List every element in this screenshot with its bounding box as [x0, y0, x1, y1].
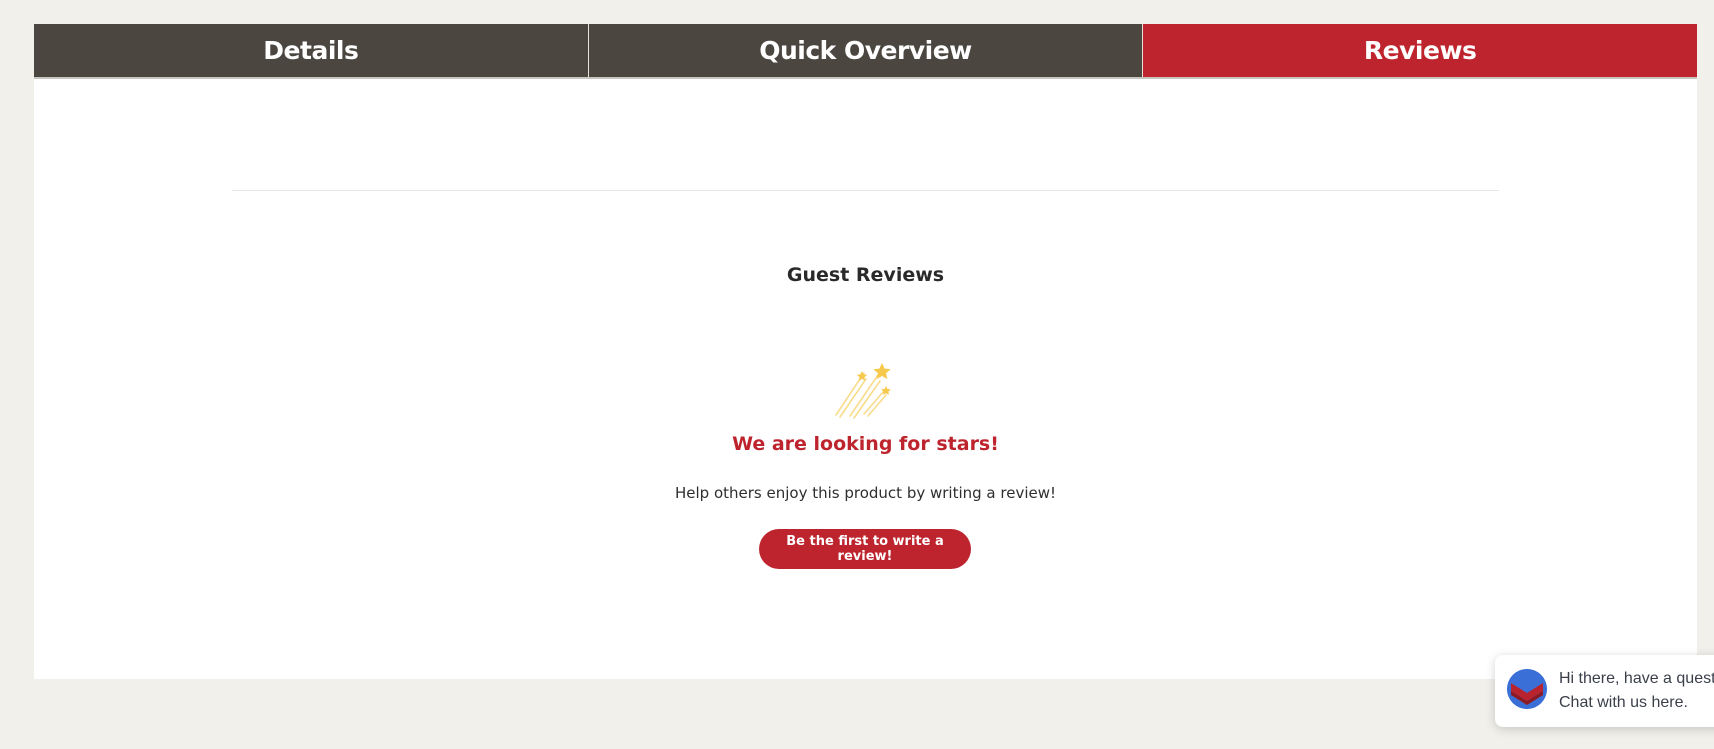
section-title: Guest Reviews	[786, 264, 945, 286]
empty-state-subtitle: Help others enjoy this product by writin…	[674, 484, 1057, 502]
tab-quick-overview[interactable]: Quick Overview	[587, 24, 1143, 77]
shooting-stars-icon	[834, 359, 899, 419]
chat-message: Hi there, have a quest Chat with us here…	[1559, 667, 1714, 715]
tab-details[interactable]: Details	[34, 24, 588, 77]
divider	[232, 190, 1499, 191]
chat-line-1: Hi there, have a quest	[1559, 670, 1714, 687]
empty-state-title: We are looking for stars!	[732, 433, 999, 455]
chat-widget[interactable]: Hi there, have a quest Chat with us here…	[1495, 655, 1714, 727]
product-tabs: Details Quick Overview Reviews	[34, 24, 1698, 79]
chat-line-2: Chat with us here.	[1559, 694, 1688, 711]
tab-reviews[interactable]: Reviews	[1142, 24, 1698, 77]
reviews-panel: Guest Reviews We are looking for stars! …	[34, 79, 1697, 679]
write-review-button[interactable]: Be the first to write a review!	[759, 529, 971, 569]
chat-logo-icon	[1507, 669, 1547, 709]
